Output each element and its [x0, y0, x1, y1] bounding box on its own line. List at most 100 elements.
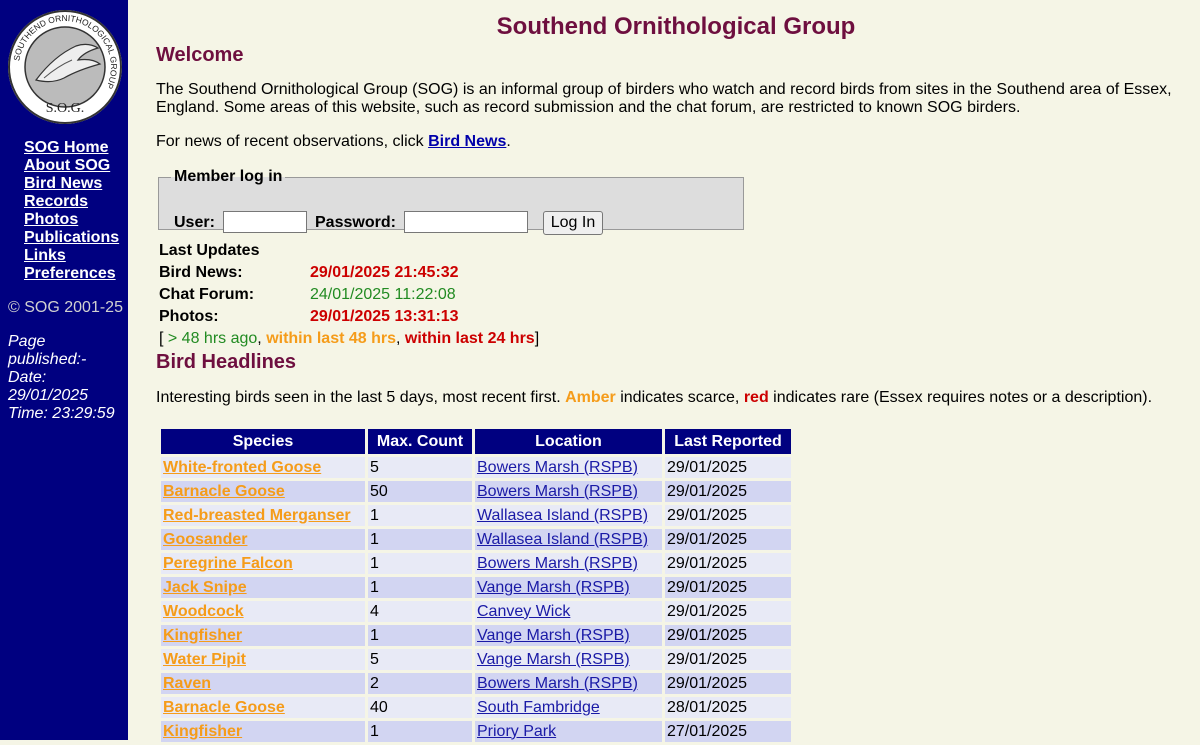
col-location: Location — [475, 429, 662, 454]
sidebar-nav: SOG Home About SOG Bird News Records Pho… — [24, 139, 119, 283]
location-link[interactable]: Wallasea Island (RSPB) — [477, 507, 648, 524]
species-link[interactable]: Woodcock — [163, 603, 244, 620]
table-row: Red-breasted Merganser 1 Wallasea Island (… — [161, 505, 791, 526]
count-cell: 4 — [368, 601, 472, 622]
location-link[interactable]: Vange Marsh (RSPB) — [477, 579, 630, 596]
species-link[interactable]: Peregrine Falcon — [163, 555, 293, 572]
species-link[interactable]: Goosander — [163, 531, 247, 548]
photos-update-time: 29/01/2025 13:31:13 — [310, 308, 459, 325]
nav-about-sog[interactable]: About SOG — [24, 157, 119, 175]
copyright: © SOG 2001-25 — [8, 299, 123, 316]
location-link[interactable]: South Fambridge — [477, 699, 600, 716]
table-row: Raven 2 Bowers Marsh (RSPB) 29/01/2025 — [161, 673, 791, 694]
species-link[interactable]: Jack Snipe — [163, 579, 247, 596]
species-cell: Jack Snipe — [161, 577, 365, 598]
location-cell: Priory Park — [475, 721, 662, 742]
species-link[interactable]: Water Pipit — [163, 651, 246, 668]
location-cell: Vange Marsh (RSPB) — [475, 649, 662, 670]
login-legend: Member log in — [174, 168, 283, 185]
count-cell: 1 — [368, 625, 472, 646]
species-cell: Red-breasted Merganser — [161, 505, 365, 526]
nav-bird-news[interactable]: Bird News — [24, 175, 119, 193]
nav-publications[interactable]: Publications — [24, 229, 119, 247]
species-link[interactable]: Barnacle Goose — [163, 483, 285, 500]
species-cell: Barnacle Goose — [161, 481, 365, 502]
sog-logo[interactable]: SOUTHEND ORNITHOLOGICAL GROUP S.O.G. — [6, 8, 124, 126]
location-cell: Bowers Marsh (RSPB) — [475, 481, 662, 502]
location-link[interactable]: Vange Marsh (RSPB) — [477, 627, 630, 644]
species-cell: Woodcock — [161, 601, 365, 622]
bird-headlines-heading: Bird Headlines — [156, 351, 297, 373]
col-max-count: Max. Count — [368, 429, 472, 454]
species-link[interactable]: Kingfisher — [163, 627, 242, 644]
count-cell: 1 — [368, 553, 472, 574]
location-link[interactable]: Wallasea Island (RSPB) — [477, 531, 648, 548]
red-word: red — [743, 389, 769, 406]
user-label: User: — [174, 214, 215, 231]
log-in-button[interactable]: Log In — [543, 211, 603, 235]
sidebar: SOUTHEND ORNITHOLOGICAL GROUP S.O.G. SOG… — [0, 0, 128, 740]
date-cell: 29/01/2025 — [665, 577, 791, 598]
location-link[interactable]: Vange Marsh (RSPB) — [477, 651, 630, 668]
date-cell: 28/01/2025 — [665, 697, 791, 718]
species-link[interactable]: Red-breasted Merganser — [163, 507, 351, 524]
count-cell: 2 — [368, 673, 472, 694]
news-suffix: . — [506, 133, 511, 150]
location-cell: Bowers Marsh (RSPB) — [475, 673, 662, 694]
bird-news-link[interactable]: Bird News — [428, 133, 506, 150]
password-input[interactable] — [404, 211, 528, 233]
bird-news-update-label: Bird News: — [159, 264, 243, 281]
location-link[interactable]: Priory Park — [477, 723, 556, 740]
location-cell: Vange Marsh (RSPB) — [475, 577, 662, 598]
table-row: Peregrine Falcon 1 Bowers Marsh (RSPB) 29/0… — [161, 553, 791, 574]
species-link[interactable]: White-fronted Goose — [163, 459, 321, 476]
count-cell: 40 — [368, 697, 472, 718]
headlines-intro-suffix: indicates rare (Essex requires notes or … — [768, 389, 1153, 406]
table-row: Barnacle Goose 50 Bowers Marsh (RSPB) 29/01… — [161, 481, 791, 502]
last-updates-title: Last Updates — [159, 242, 260, 259]
species-link[interactable]: Raven — [163, 675, 211, 692]
date-cell: 29/01/2025 — [665, 505, 791, 526]
location-cell: Bowers Marsh (RSPB) — [475, 457, 662, 478]
count-cell: 1 — [368, 529, 472, 550]
legend-amber: within last 48 hrs — [266, 330, 396, 347]
news-prefix: For news of recent observations, click — [156, 133, 429, 150]
date-cell: 29/01/2025 — [665, 673, 791, 694]
headlines-intro: Interesting birds seen in the last 5 day… — [156, 389, 1152, 407]
location-link[interactable]: Bowers Marsh (RSPB) — [477, 675, 638, 692]
species-cell: Raven — [161, 673, 365, 694]
date-cell: 29/01/2025 — [665, 481, 791, 502]
table-row: Barnacle Goose 40 South Fambridge 28/01/202… — [161, 697, 791, 718]
nav-preferences[interactable]: Preferences — [24, 265, 119, 283]
user-input[interactable] — [223, 211, 307, 233]
col-species: Species — [161, 429, 365, 454]
count-cell: 50 — [368, 481, 472, 502]
species-cell: Kingfisher — [161, 625, 365, 646]
count-cell: 1 — [368, 505, 472, 526]
date-cell: 29/01/2025 — [665, 553, 791, 574]
chat-forum-update-time: 24/01/2025 11:22:08 — [310, 286, 456, 303]
species-cell: Peregrine Falcon — [161, 553, 365, 574]
headlines-intro-prefix: Interesting birds seen in the last 5 day… — [156, 389, 566, 406]
nav-links[interactable]: Links — [24, 247, 119, 265]
published-date: 29/01/2025 — [8, 387, 89, 404]
table-row: Water Pipit 5 Vange Marsh (RSPB) 29/01/2025 — [161, 649, 791, 670]
species-link[interactable]: Kingfisher — [163, 723, 242, 740]
date-cell: 29/01/2025 — [665, 601, 791, 622]
date-cell: 29/01/2025 — [665, 457, 791, 478]
location-link[interactable]: Bowers Marsh (RSPB) — [477, 459, 638, 476]
welcome-intro: The Southend Ornithological Group (SOG) … — [156, 81, 1172, 116]
location-link[interactable]: Bowers Marsh (RSPB) — [477, 555, 638, 572]
date-cell: 29/01/2025 — [665, 529, 791, 550]
location-link[interactable]: Canvey Wick — [477, 603, 570, 620]
count-cell: 5 — [368, 457, 472, 478]
species-link[interactable]: Barnacle Goose — [163, 699, 285, 716]
nav-photos[interactable]: Photos — [24, 211, 119, 229]
nav-records[interactable]: Records — [24, 193, 119, 211]
location-link[interactable]: Bowers Marsh (RSPB) — [477, 483, 638, 500]
nav-sog-home[interactable]: SOG Home — [24, 139, 119, 157]
bird-headlines-table: Species Max. Count Location Last Reporte… — [158, 426, 794, 745]
member-login-form: Member log in User: Password: Log In — [158, 168, 744, 235]
legend-open: [ — [159, 330, 168, 347]
location-cell: Bowers Marsh (RSPB) — [475, 553, 662, 574]
